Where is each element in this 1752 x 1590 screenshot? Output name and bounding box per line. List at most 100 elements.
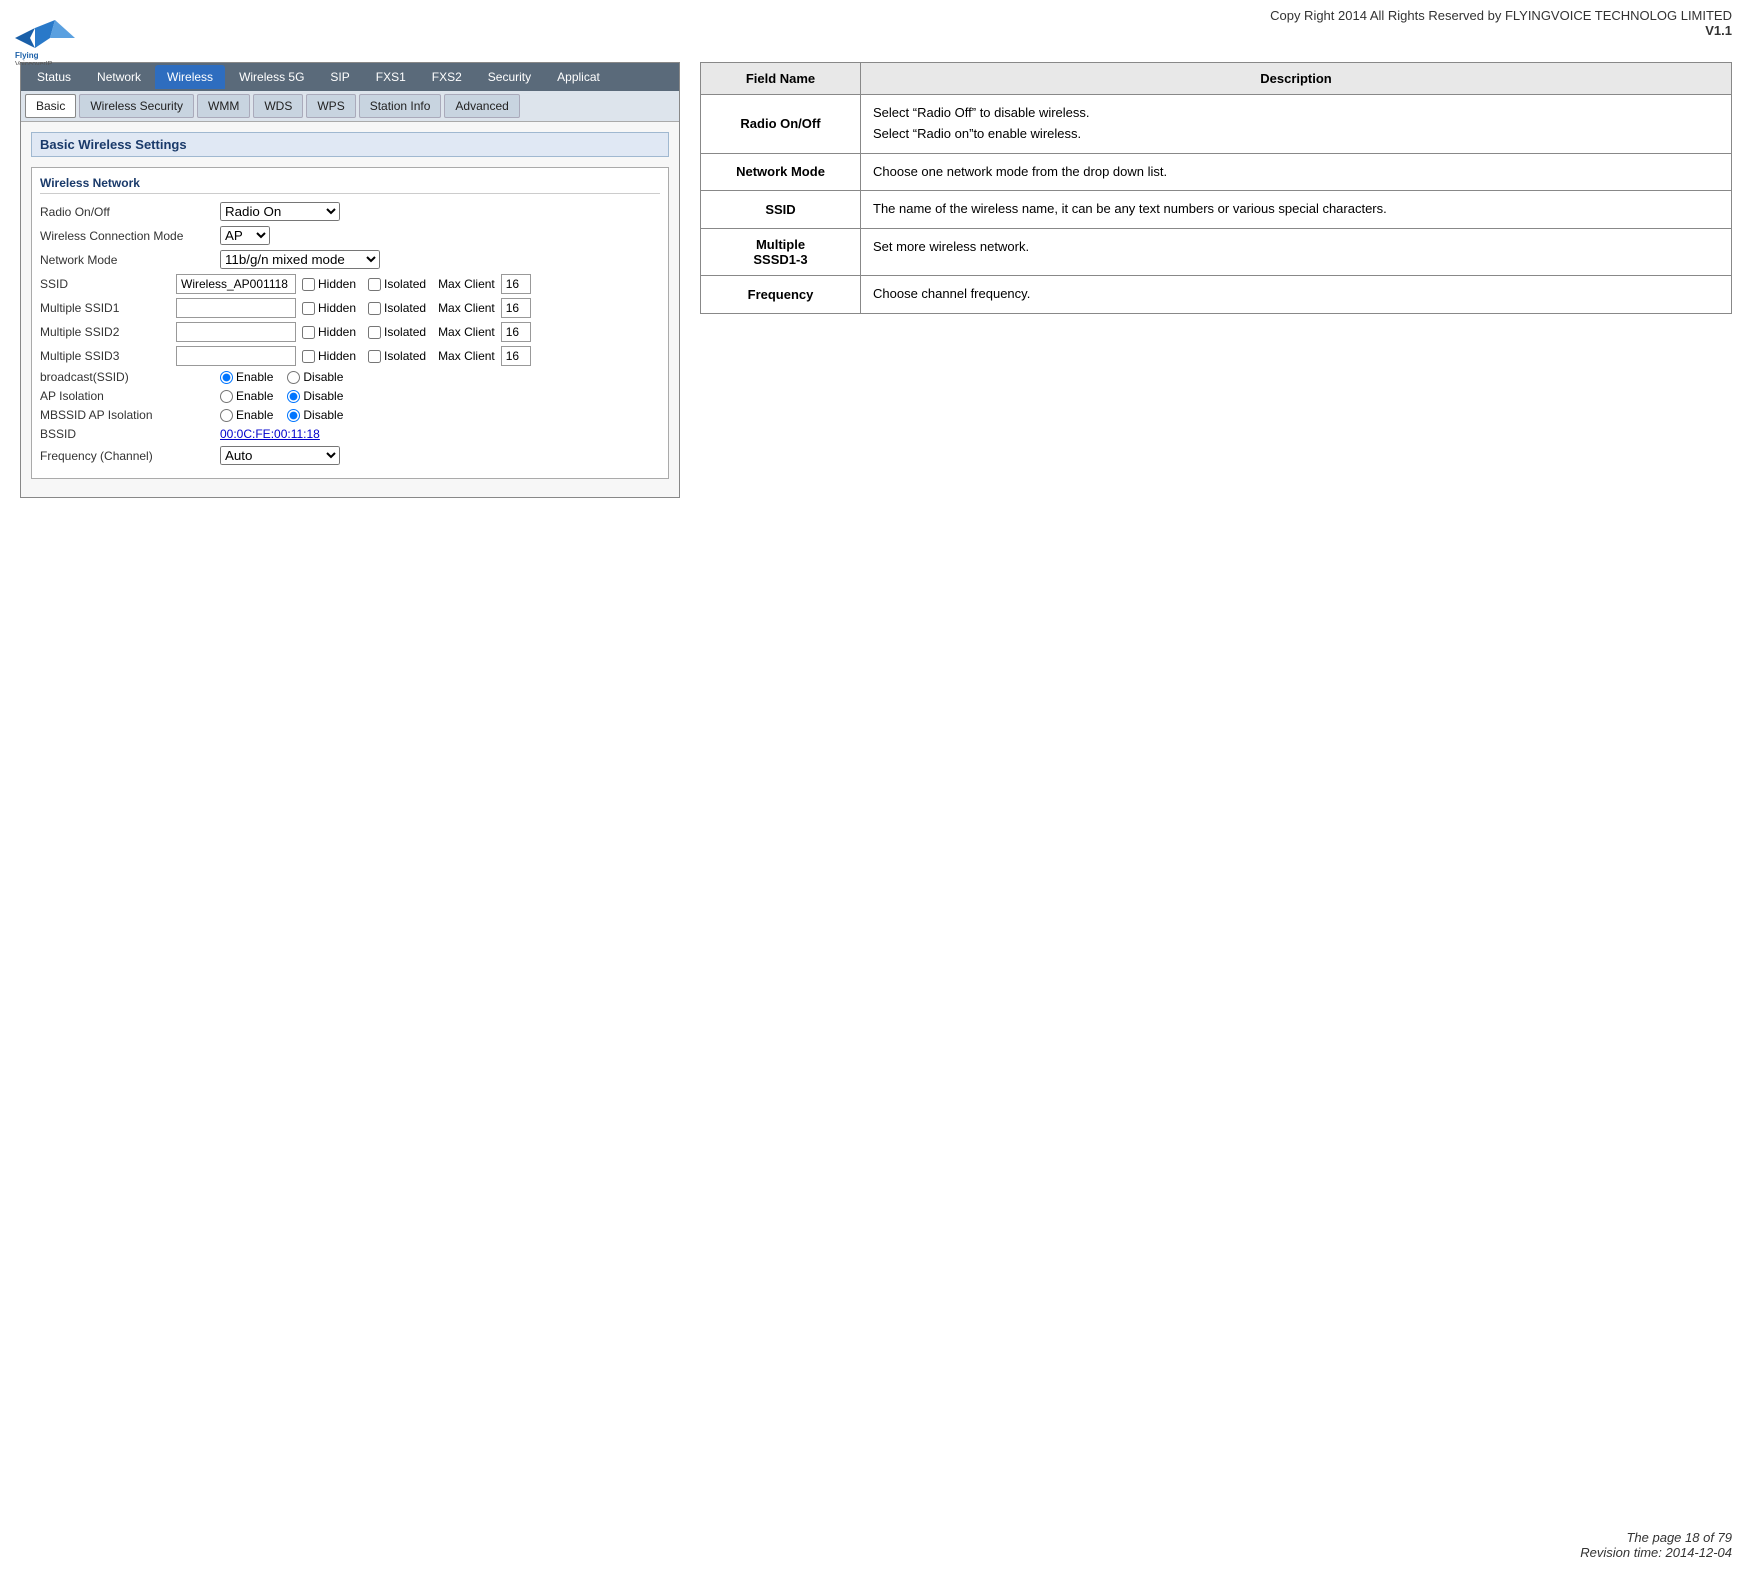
table-row: Radio On/Off Select “Radio Off” to disab…: [701, 95, 1732, 154]
multiple-ssid2-hidden-label: Hidden: [302, 325, 356, 339]
nav-status[interactable]: Status: [25, 65, 83, 89]
ap-isolation-disable-radio[interactable]: [287, 390, 300, 403]
multiple-ssid2-isolated-label: Isolated: [368, 325, 426, 339]
multiple-ssid2-max-client-input[interactable]: [501, 322, 531, 342]
table-row: SSID The name of the wireless name, it c…: [701, 191, 1732, 229]
field-radio-on-off: Radio On/Off: [701, 95, 861, 154]
ssid-max-client-input[interactable]: [501, 274, 531, 294]
multiple-ssid2-isolated-checkbox[interactable]: [368, 326, 381, 339]
nav-fxs1[interactable]: FXS1: [364, 65, 418, 89]
ssid-isolated-checkbox[interactable]: [368, 278, 381, 291]
multiple-ssid1-max-client-input[interactable]: [501, 298, 531, 318]
desc-frequency: Choose channel frequency.: [861, 276, 1732, 314]
page-info: The page 18 of 79: [1580, 1530, 1732, 1545]
multiple-ssid3-max-client-label: Max Client: [438, 349, 495, 363]
copyright-text: Copy Right 2014 All Rights Reserved by F…: [20, 8, 1732, 23]
wireless-connection-mode-label: Wireless Connection Mode: [40, 229, 220, 243]
ssid-input[interactable]: [176, 274, 296, 294]
radio-on-off-label: Radio On/Off: [40, 205, 220, 219]
multiple-ssid1-label: Multiple SSID1: [40, 301, 170, 315]
wireless-network-section: Wireless Network Radio On/Off Radio On R…: [31, 167, 669, 479]
field-ssid: SSID: [701, 191, 861, 229]
ap-isolation-row: AP Isolation Enable Disable: [40, 389, 660, 403]
multiple-ssid1-hidden-label: Hidden: [302, 301, 356, 315]
router-ui-panel: Status Network Wireless Wireless 5G SIP …: [20, 62, 680, 498]
network-mode-select[interactable]: 11b/g/n mixed mode 11b only 11g only 11n…: [220, 250, 380, 269]
nav-applicat[interactable]: Applicat: [545, 65, 612, 89]
wireless-connection-mode-select[interactable]: AP Client Bridge: [220, 226, 270, 245]
multiple-ssid1-input[interactable]: [176, 298, 296, 318]
mbssid-ap-isolation-label: MBSSID AP Isolation: [40, 408, 220, 422]
multiple-ssid3-hidden-checkbox[interactable]: [302, 350, 315, 363]
multiple-ssid3-max-client-input[interactable]: [501, 346, 531, 366]
multiple-ssid2-row: Multiple SSID2 Hidden Isolated Max Clien…: [40, 322, 660, 342]
broadcast-disable-radio[interactable]: [287, 371, 300, 384]
panel-title: Basic Wireless Settings: [31, 132, 669, 157]
col-field-name: Field Name: [701, 63, 861, 95]
desc-network-mode: Choose one network mode from the drop do…: [861, 153, 1732, 191]
subnav-basic[interactable]: Basic: [25, 94, 76, 118]
frequency-channel-label: Frequency (Channel): [40, 449, 220, 463]
field-network-mode: Network Mode: [701, 153, 861, 191]
multiple-ssid2-max-client-label: Max Client: [438, 325, 495, 339]
mbssid-disable-radio[interactable]: [287, 409, 300, 422]
multiple-ssid3-input[interactable]: [176, 346, 296, 366]
subnav-wireless-security[interactable]: Wireless Security: [79, 94, 194, 118]
broadcast-enable-label: Enable: [220, 370, 273, 384]
ssid-label: SSID: [40, 277, 170, 291]
multiple-ssid3-row: Multiple SSID3 Hidden Isolated Max Clien…: [40, 346, 660, 366]
frequency-channel-row: Frequency (Channel) Auto 123 456 789 101…: [40, 446, 660, 465]
version-text: V1.1: [20, 23, 1732, 38]
top-navbar: Status Network Wireless Wireless 5G SIP …: [21, 63, 679, 91]
ap-isolation-enable-label: Enable: [220, 389, 273, 403]
ap-isolation-disable-label: Disable: [287, 389, 343, 403]
multiple-ssid3-isolated-label: Isolated: [368, 349, 426, 363]
page-header: Copy Right 2014 All Rights Reserved by F…: [0, 0, 1752, 42]
revision-time: Revision time: 2014-12-04: [1580, 1545, 1732, 1560]
broadcast-enable-radio[interactable]: [220, 371, 233, 384]
multiple-ssid2-label: Multiple SSID2: [40, 325, 170, 339]
ssid-hidden-checkbox[interactable]: [302, 278, 315, 291]
svg-text:Flying: Flying: [15, 51, 39, 60]
network-mode-label: Network Mode: [40, 253, 220, 267]
ssid-isolated-label: Isolated: [368, 277, 426, 291]
table-row: Frequency Choose channel frequency.: [701, 276, 1732, 314]
subnav-advanced[interactable]: Advanced: [444, 94, 519, 118]
multiple-ssid3-isolated-checkbox[interactable]: [368, 350, 381, 363]
multiple-ssid2-hidden-checkbox[interactable]: [302, 326, 315, 339]
ssid-max-client-label: Max Client: [438, 277, 495, 291]
field-frequency: Frequency: [701, 276, 861, 314]
multiple-ssid1-isolated-label: Isolated: [368, 301, 426, 315]
nav-fxs2[interactable]: FXS2: [420, 65, 474, 89]
bssid-row: BSSID 00:0C:FE:00:11:18: [40, 427, 660, 441]
nav-security[interactable]: Security: [476, 65, 543, 89]
description-table: Field Name Description Radio On/Off Sele…: [700, 62, 1732, 314]
multiple-ssid1-max-client-label: Max Client: [438, 301, 495, 315]
subnav-wds[interactable]: WDS: [253, 94, 303, 118]
broadcast-ssid-label: broadcast(SSID): [40, 370, 220, 384]
multiple-ssid1-hidden-checkbox[interactable]: [302, 302, 315, 315]
multiple-ssid2-input[interactable]: [176, 322, 296, 342]
panel-body: Basic Wireless Settings Wireless Network…: [21, 122, 679, 497]
subnav-wps[interactable]: WPS: [306, 94, 355, 118]
multiple-ssid1-isolated-checkbox[interactable]: [368, 302, 381, 315]
ssid-hidden-label: Hidden: [302, 277, 356, 291]
ap-isolation-label: AP Isolation: [40, 389, 220, 403]
desc-multiple-sssd: Set more wireless network.: [861, 229, 1732, 276]
sub-navbar: Basic Wireless Security WMM WDS WPS Stat…: [21, 91, 679, 122]
mbssid-enable-radio[interactable]: [220, 409, 233, 422]
nav-network[interactable]: Network: [85, 65, 153, 89]
ap-isolation-enable-radio[interactable]: [220, 390, 233, 403]
desc-ssid: The name of the wireless name, it can be…: [861, 191, 1732, 229]
nav-sip[interactable]: SIP: [318, 65, 361, 89]
subnav-wmm[interactable]: WMM: [197, 94, 250, 118]
desc-radio-on-off: Select “Radio Off” to disable wireless. …: [861, 95, 1732, 154]
radio-on-off-select[interactable]: Radio On Radio Off: [220, 202, 340, 221]
frequency-channel-select[interactable]: Auto 123 456 789 1011: [220, 446, 340, 465]
nav-wireless[interactable]: Wireless: [155, 65, 225, 89]
logo: Flying VoiceoverIP: [10, 10, 80, 65]
nav-wireless5g[interactable]: Wireless 5G: [227, 65, 316, 89]
wireless-connection-mode-row: Wireless Connection Mode AP Client Bridg…: [40, 226, 660, 245]
bssid-label: BSSID: [40, 427, 220, 441]
subnav-station-info[interactable]: Station Info: [359, 94, 442, 118]
